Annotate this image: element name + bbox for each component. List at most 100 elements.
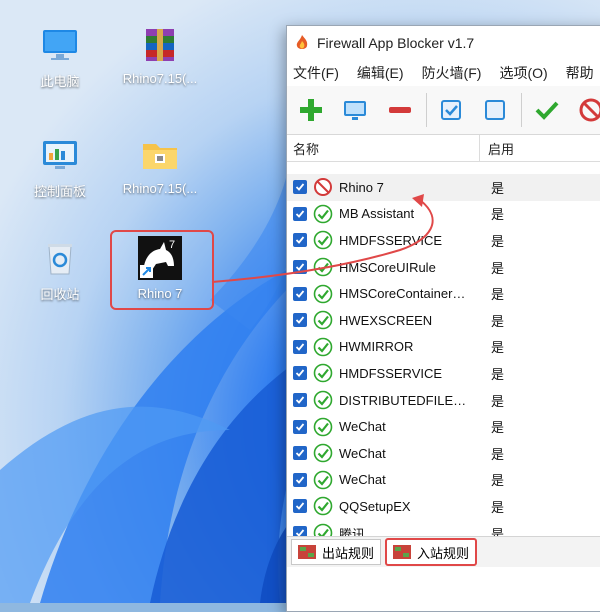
rule-row[interactable]: DISTRIBUTEDFILE… 是 xyxy=(287,387,600,414)
rule-row[interactable]: MB Assistant 是 xyxy=(287,201,600,228)
control-panel-icon xyxy=(40,135,80,175)
enable-checkbox[interactable] xyxy=(293,206,307,221)
folder-icon xyxy=(140,135,180,175)
tab-label: 出站规则 xyxy=(322,545,375,561)
block-button[interactable] xyxy=(573,91,600,129)
rule-row[interactable]: WeChat 是 xyxy=(287,440,600,467)
desktop-icon-recycle-bin[interactable]: 回收站 xyxy=(15,238,105,303)
desktop-icon-control-panel[interactable]: 控制面板 xyxy=(15,135,105,200)
enable-checkbox[interactable] xyxy=(293,313,307,328)
checkmark-icon xyxy=(295,236,305,245)
rule-name: HWEXSCREEN xyxy=(339,312,433,328)
checkmark-icon xyxy=(295,502,305,511)
menu-file[interactable]: 文件(F) xyxy=(293,63,339,83)
allowed-status-icon xyxy=(313,310,333,330)
enable-checkbox[interactable] xyxy=(293,419,307,434)
rule-enabled: 是 xyxy=(491,180,505,196)
column-header-name[interactable]: 名称 xyxy=(287,135,480,161)
rule-row[interactable]: Rhino 7 是 xyxy=(287,174,600,201)
rule-enabled: 是 xyxy=(491,260,505,276)
tab-outbound-rules[interactable]: 出站规则 xyxy=(291,539,382,565)
menu-help[interactable]: 帮助 xyxy=(566,63,594,83)
toolbar-separator xyxy=(425,93,427,127)
remove-button[interactable] xyxy=(382,91,418,129)
check-all-button[interactable] xyxy=(433,91,469,129)
checkmark-icon xyxy=(295,369,305,378)
green-check-icon xyxy=(535,101,558,120)
rules-icon xyxy=(298,545,316,559)
checkmark-icon xyxy=(295,183,305,192)
rule-name: HWMIRROR xyxy=(339,339,414,355)
rule-row[interactable]: HMSCoreUIRule 是 xyxy=(287,254,600,281)
rule-row[interactable]: 腾讯... 是 xyxy=(287,520,600,536)
enable-checkbox[interactable] xyxy=(293,393,307,408)
tab-inbound-rules[interactable]: 入站规则 xyxy=(385,538,478,566)
allow-button[interactable] xyxy=(528,91,564,129)
rule-row[interactable]: HMSCoreContainer… 是 xyxy=(287,280,600,307)
rule-name: WeChat xyxy=(339,472,386,488)
checkmark-icon xyxy=(295,449,305,458)
column-header-enabled[interactable]: 启用 xyxy=(480,139,514,158)
rule-enabled: 是 xyxy=(491,313,505,329)
checkmark-icon xyxy=(295,263,305,271)
rule-name: WeChat xyxy=(339,445,386,461)
desktop-icon-rhino-7[interactable]: 7 Rhino 7 xyxy=(115,236,205,301)
allowed-status-icon xyxy=(313,363,333,383)
enable-checkbox[interactable] xyxy=(293,286,307,301)
enable-checkbox[interactable] xyxy=(293,366,307,381)
rule-name: HMSCoreUIRule xyxy=(339,259,436,275)
rule-row[interactable]: HWMIRROR 是 xyxy=(287,334,600,361)
rule-row[interactable]: QQSetupEX 是 xyxy=(287,493,600,520)
rule-row[interactable]: WeChat 是 xyxy=(287,467,600,494)
allowed-status-icon xyxy=(313,204,333,224)
enable-checkbox[interactable] xyxy=(293,446,307,461)
rule-enabled: 是 xyxy=(491,473,505,489)
allowed-status-icon xyxy=(313,284,333,304)
rule-name: HMSCoreContainer… xyxy=(339,286,466,302)
rule-name: HMDFSSERVICE xyxy=(339,365,443,381)
enable-checkbox[interactable] xyxy=(293,180,307,195)
rule-name: 腾讯... xyxy=(339,526,376,536)
uncheck-all-button[interactable] xyxy=(477,91,513,129)
desktop-icon-label: Rhino 7 xyxy=(137,286,183,301)
rhino-app-icon: 7 xyxy=(138,236,182,280)
rule-row[interactable]: HWEXSCREEN 是 xyxy=(287,307,600,334)
desktop-icon-this-pc[interactable]: 此电脑 xyxy=(15,25,105,90)
checkmark-icon xyxy=(295,529,305,536)
rule-row[interactable]: WeChat 是 xyxy=(287,413,600,440)
menu-firewall[interactable]: 防火墙(F) xyxy=(422,63,482,83)
enable-checkbox[interactable] xyxy=(293,499,307,514)
desktop-icon-rhino-archive[interactable]: Rhino7.15(... xyxy=(115,25,205,86)
monitor-icon xyxy=(40,25,80,65)
enable-checkbox[interactable] xyxy=(293,472,307,487)
monitor-icon xyxy=(344,101,367,120)
app-logo-icon xyxy=(293,34,311,52)
firewall-app-window: Firewall App Blocker v1.7 文件(F) 编辑(E) 防火… xyxy=(286,25,600,612)
blocked-status-icon xyxy=(313,177,333,197)
title-bar[interactable]: Firewall App Blocker v1.7 xyxy=(287,26,600,60)
rule-enabled: 是 xyxy=(491,366,505,382)
desktop-icon-rhino-folder[interactable]: Rhino7.15(... xyxy=(115,135,205,196)
desktop-icon-label: Rhino7.15(... xyxy=(122,181,198,196)
rule-tabs: 出站规则 入站规则 xyxy=(287,536,600,567)
desktop-icon-label: 回收站 xyxy=(40,287,80,302)
checkmark-icon xyxy=(295,476,305,484)
menu-edit[interactable]: 编辑(E) xyxy=(357,63,404,83)
checkmark-icon xyxy=(295,316,305,325)
add-running-app-button[interactable] xyxy=(337,91,373,129)
rule-row[interactable]: HMDFSSERVICE 是 xyxy=(287,227,600,254)
recycle-bin-icon xyxy=(40,238,80,278)
checkmark-icon xyxy=(295,290,305,298)
enable-checkbox[interactable] xyxy=(293,526,307,536)
enable-checkbox[interactable] xyxy=(293,339,307,354)
allowed-status-icon xyxy=(313,523,333,536)
add-button[interactable] xyxy=(293,91,329,129)
rule-row[interactable]: HMDFSSERVICE 是 xyxy=(287,360,600,387)
checkmark-icon xyxy=(295,396,305,404)
enable-checkbox[interactable] xyxy=(293,260,307,275)
table-header: 名称 启用 xyxy=(287,135,600,162)
allowed-status-icon xyxy=(313,230,333,250)
enable-checkbox[interactable] xyxy=(293,233,307,248)
svg-text:7: 7 xyxy=(169,239,175,251)
menu-options[interactable]: 选项(O) xyxy=(499,63,547,83)
